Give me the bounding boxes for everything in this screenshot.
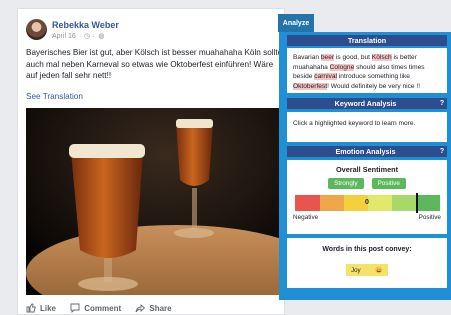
strength-badge: Strongly — [328, 178, 364, 189]
highlighted-keyword[interactable]: Oktoberfest — [293, 82, 328, 90]
comment-button[interactable]: Comment — [70, 303, 121, 313]
highlighted-keyword[interactable]: Cologne — [329, 63, 355, 71]
convey-box: Words in this post convey: Joy 😄 — [287, 238, 447, 288]
analyze-tab[interactable]: Analyze — [278, 14, 314, 32]
sentiment-bar-labels: Negative Positive — [293, 214, 441, 221]
post-author[interactable]: Rebekka Weber — [52, 20, 119, 30]
like-button[interactable]: Like — [26, 303, 56, 313]
clock-icon: · ◷ · — [79, 33, 95, 40]
analyze-panel: Translation Bavarian beer is good, but K… — [279, 32, 451, 300]
beer-glasses-image — [26, 108, 280, 295]
highlighted-keyword[interactable]: carnival — [314, 73, 337, 80]
translation-segment: Bavarian — [293, 54, 321, 61]
polarity-badge: Positive — [371, 178, 406, 189]
post-meta: April 16 · ◷ · ◍ — [52, 32, 106, 40]
post-actions: Like Comment Share — [26, 303, 184, 315]
highlighted-keyword[interactable]: beer — [320, 54, 335, 61]
comment-label: Comment — [84, 303, 122, 313]
facebook-post: Rebekka Weber April 16 · ◷ · ◍ Bayerisch… — [17, 8, 285, 315]
share-arrow-icon — [135, 304, 146, 313]
sentiment-marker — [415, 193, 418, 213]
translation-header: Translation — [287, 35, 447, 46]
translation-segment: ! Would definitely be very nice !! — [327, 82, 421, 90]
smiley-icon: 😄 — [375, 267, 383, 274]
translation-segment: introduce something like — [337, 73, 410, 80]
globe-icon: ◍ — [98, 33, 105, 40]
negative-label: Negative — [293, 214, 319, 221]
keyword-help-button[interactable]: ? — [437, 98, 447, 109]
emotion-chip[interactable]: Joy 😄 — [346, 264, 388, 276]
see-translation-link[interactable]: See Translation — [26, 92, 83, 101]
like-label: Like — [40, 303, 57, 313]
translation-segment: is good, but — [334, 54, 372, 61]
emotion-help-button[interactable]: ? — [437, 146, 447, 157]
thumbs-up-icon — [26, 303, 36, 313]
keyword-analysis-header: Keyword Analysis — [287, 98, 444, 109]
emotion-analysis-header: Emotion Analysis — [287, 146, 444, 157]
post-date[interactable]: April 16 — [52, 33, 76, 40]
post-text: Bayerisches Bier ist gut, aber Kölsch is… — [26, 48, 283, 80]
sentiment-pills: Strongly Positive — [287, 178, 447, 189]
post-photo[interactable] — [26, 108, 280, 295]
sentiment-box: Overall Sentiment Strongly Positive 0 Ne… — [287, 160, 447, 234]
positive-label: Positive — [418, 214, 441, 221]
translation-box: Bavarian beer is good, but Kölsch is bet… — [287, 48, 447, 93]
convey-title: Words in this post convey: — [322, 246, 412, 253]
translation-text: Bavarian beer is good, but Kölsch is bet… — [287, 48, 447, 96]
share-label: Share — [149, 303, 172, 313]
share-button[interactable]: Share — [135, 303, 172, 313]
sentiment-bar: 0 — [295, 193, 440, 213]
highlighted-keyword[interactable]: Kölsch — [371, 54, 392, 61]
avatar[interactable] — [26, 19, 47, 40]
comment-icon — [70, 303, 80, 313]
keyword-box: Click a highlighted keyword to learn mor… — [287, 112, 447, 142]
overall-sentiment-title: Overall Sentiment — [335, 165, 399, 174]
keyword-hint: Click a highlighted keyword to learn mor… — [293, 120, 416, 127]
emotion-label: Joy — [351, 266, 361, 274]
